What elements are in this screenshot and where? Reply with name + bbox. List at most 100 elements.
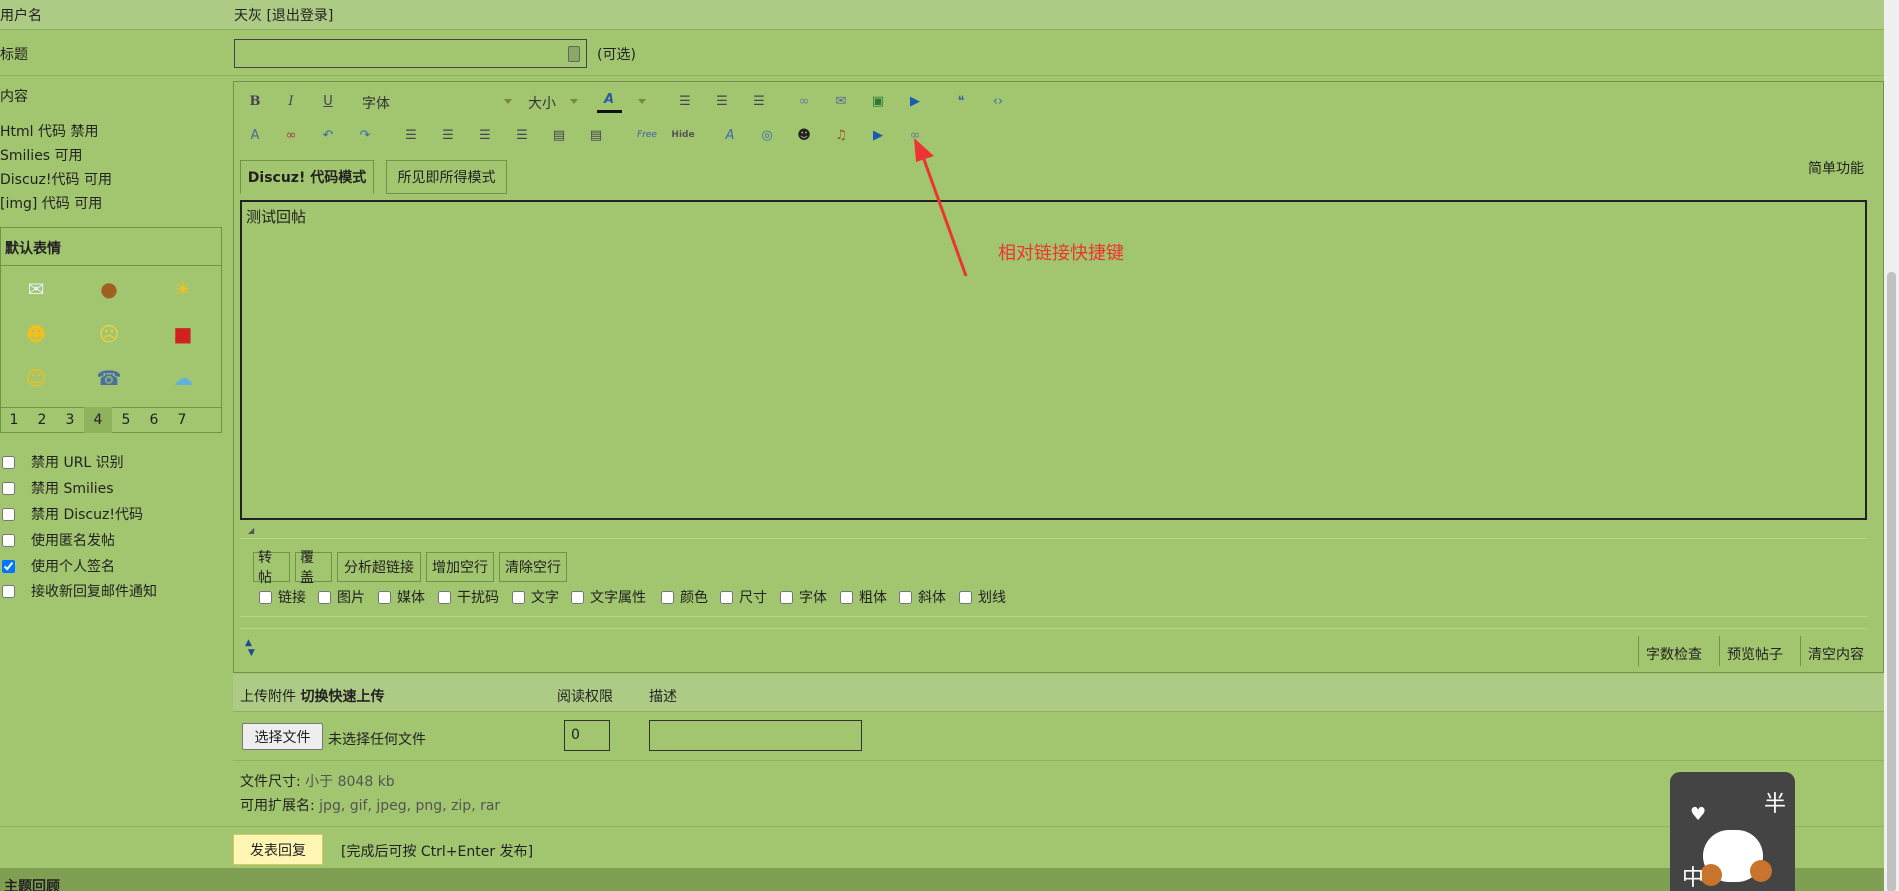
- float-left-icon[interactable]: ▤: [548, 124, 570, 146]
- disable-url-checkbox[interactable]: [2, 455, 15, 469]
- clear-blank-lines-button[interactable]: 清除空行: [499, 552, 567, 582]
- redo-icon[interactable]: ↷: [354, 124, 376, 146]
- color-dropdown-arrow-icon[interactable]: [638, 99, 646, 104]
- overwrite-button[interactable]: 覆盖: [295, 550, 332, 586]
- unlink-icon[interactable]: ∞: [280, 124, 302, 146]
- filter-media[interactable]: 媒体: [378, 587, 425, 607]
- tab-wysiwyg-mode[interactable]: 所见即所得模式: [386, 160, 507, 194]
- filter-italic[interactable]: 斜体: [899, 587, 946, 607]
- email-notify-checkbox[interactable]: [2, 584, 15, 598]
- option-anonymous[interactable]: 使用匿名发帖: [2, 530, 115, 550]
- thinking-smiley-icon[interactable]: ☺: [23, 365, 49, 391]
- worried-smiley-icon[interactable]: ☹: [96, 321, 122, 347]
- align-left-icon[interactable]: ☰: [674, 90, 696, 112]
- underline-icon[interactable]: U: [317, 90, 339, 112]
- smilies-page[interactable]: 5: [112, 407, 140, 433]
- unordered-list-icon[interactable]: ☰: [437, 124, 459, 146]
- filter-size[interactable]: 尺寸: [720, 587, 767, 607]
- align-right-icon[interactable]: ☰: [748, 90, 770, 112]
- submit-hint: [完成后可按 Ctrl+Enter 发布]: [341, 844, 534, 860]
- description-input[interactable]: [649, 720, 862, 751]
- filter-text-attr[interactable]: 文字属性: [571, 587, 646, 607]
- undo-icon[interactable]: ↶: [317, 124, 339, 146]
- image-icon[interactable]: ▣: [867, 90, 889, 112]
- word-count-link[interactable]: 字数检查: [1646, 644, 1702, 664]
- font-select[interactable]: 字体: [362, 93, 390, 113]
- indent-icon[interactable]: ☰: [511, 124, 533, 146]
- smilies-page[interactable]: 2: [28, 407, 56, 433]
- sun-smiley-icon[interactable]: ☀: [170, 276, 196, 302]
- outdent-icon[interactable]: ☰: [474, 124, 496, 146]
- float-right-icon[interactable]: ▤: [585, 124, 607, 146]
- smilies-title: 默认表情: [5, 241, 61, 257]
- font-color-icon[interactable]: A: [598, 88, 620, 110]
- simple-mode-link[interactable]: 简单功能: [1808, 158, 1864, 178]
- tab-code-mode[interactable]: Discuz! 代码模式: [240, 160, 374, 194]
- filter-image[interactable]: 图片: [318, 587, 365, 607]
- link-icon[interactable]: ∞: [793, 90, 815, 112]
- filter-strike[interactable]: 划线: [959, 587, 1006, 607]
- repost-button[interactable]: 转帖: [253, 550, 290, 586]
- email-icon[interactable]: ✉: [830, 90, 852, 112]
- read-perm-input[interactable]: 0: [564, 720, 610, 751]
- add-blank-lines-button[interactable]: 增加空行: [426, 552, 494, 582]
- signature-checkbox[interactable]: [2, 559, 15, 573]
- expand-editor-icon[interactable]: ▲ ▼: [245, 638, 255, 658]
- disable-discuz-checkbox[interactable]: [2, 507, 15, 521]
- code-icon[interactable]: ‹›: [987, 90, 1009, 112]
- envelope-icon[interactable]: ✉: [23, 276, 49, 302]
- option-disable-url[interactable]: 禁用 URL 识别: [2, 452, 124, 472]
- option-disable-smilies[interactable]: 禁用 Smilies: [2, 478, 114, 498]
- remove-format-icon[interactable]: A: [244, 124, 266, 146]
- scrollbar-thumb[interactable]: [1887, 272, 1896, 891]
- smilies-page-active[interactable]: 4: [84, 407, 112, 433]
- size-select[interactable]: 大小: [528, 93, 556, 113]
- video-icon[interactable]: ▶: [867, 124, 889, 146]
- resize-handle-icon[interactable]: ◢: [248, 526, 254, 535]
- filter-noise[interactable]: 干扰码: [438, 587, 499, 607]
- quote-icon[interactable]: ❝: [950, 90, 972, 112]
- switch-upload-link[interactable]: 切换快速上传: [300, 689, 384, 705]
- no-file-text: 未选择任何文件: [328, 732, 426, 748]
- ordered-list-icon[interactable]: ☰: [400, 124, 422, 146]
- parse-links-button[interactable]: 分析超链接: [337, 552, 421, 582]
- fly-text-icon[interactable]: A: [719, 124, 741, 146]
- music-icon[interactable]: ♫: [830, 124, 852, 146]
- option-email-notify[interactable]: 接收新回复邮件通知: [2, 581, 157, 601]
- option-signature[interactable]: 使用个人签名: [2, 556, 115, 576]
- logout-link[interactable]: [退出登录]: [266, 8, 333, 24]
- gift-icon[interactable]: ■: [170, 321, 196, 347]
- preview-link[interactable]: 预览帖子: [1727, 644, 1783, 664]
- smilies-page[interactable]: 7: [168, 407, 196, 433]
- media-icon[interactable]: ▶: [904, 90, 926, 112]
- subject-input[interactable]: [234, 39, 587, 68]
- cool-smiley-icon[interactable]: ☻: [23, 321, 49, 347]
- font-dropdown-arrow-icon[interactable]: [504, 99, 512, 104]
- filter-link[interactable]: 链接: [259, 587, 306, 607]
- smilies-page[interactable]: 6: [140, 407, 168, 433]
- flash-icon[interactable]: ◎: [756, 124, 778, 146]
- filter-bold[interactable]: 粗体: [840, 587, 887, 607]
- italic-icon[interactable]: I: [280, 90, 302, 112]
- filter-color[interactable]: 颜色: [661, 587, 708, 607]
- option-disable-discuz[interactable]: 禁用 Discuz!代码: [2, 504, 143, 524]
- qq-icon[interactable]: ☻: [793, 124, 815, 146]
- disable-smilies-checkbox[interactable]: [2, 481, 15, 495]
- anonymous-checkbox[interactable]: [2, 533, 15, 547]
- filter-font[interactable]: 字体: [780, 587, 827, 607]
- align-center-icon[interactable]: ☰: [711, 90, 733, 112]
- poop-icon[interactable]: ●: [96, 276, 122, 302]
- submit-reply-button[interactable]: 发表回复: [233, 834, 323, 865]
- free-icon[interactable]: Free: [636, 124, 658, 146]
- phone-icon[interactable]: ☎: [96, 365, 122, 391]
- mascot-widget[interactable]: ♥ 半 中: [1670, 772, 1795, 891]
- size-dropdown-arrow-icon[interactable]: [570, 99, 578, 104]
- clear-content-link[interactable]: 清空内容: [1808, 644, 1864, 664]
- choose-file-button[interactable]: 选择文件: [242, 723, 323, 750]
- smilies-page[interactable]: 1: [0, 407, 28, 433]
- hide-icon[interactable]: Hide: [671, 124, 694, 146]
- smilies-page[interactable]: 3: [56, 407, 84, 433]
- filter-text[interactable]: 文字: [512, 587, 559, 607]
- cloud-icon[interactable]: ☁: [170, 365, 196, 391]
- bold-icon[interactable]: B: [244, 90, 266, 112]
